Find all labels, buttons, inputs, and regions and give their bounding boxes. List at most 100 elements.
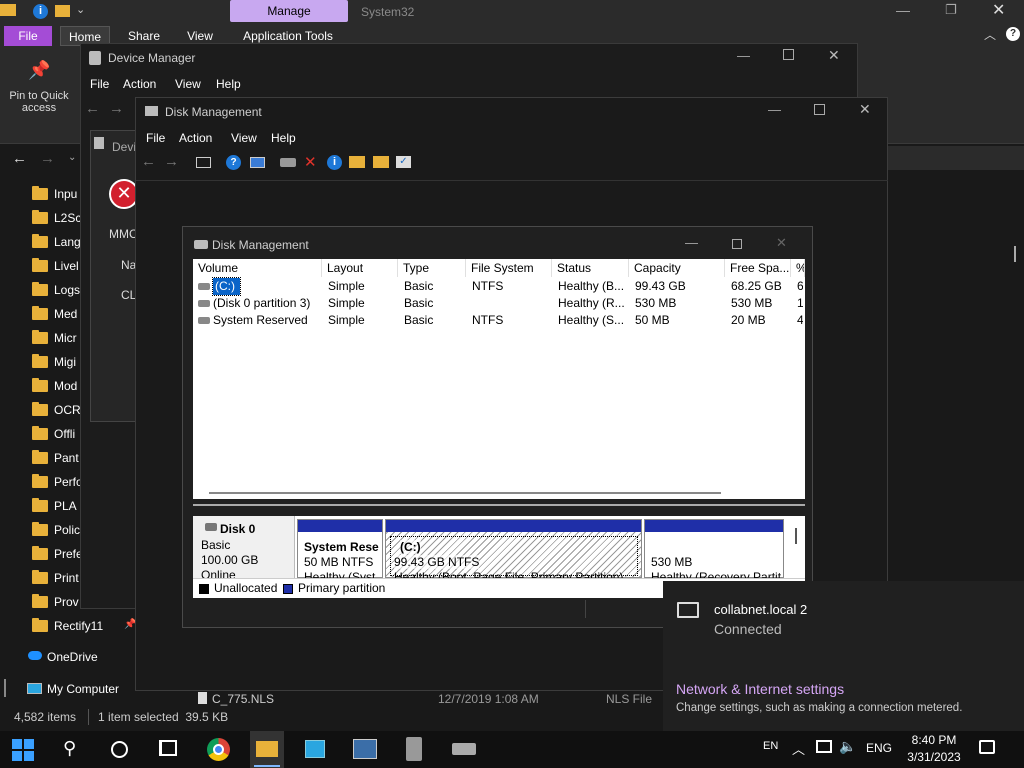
show-hide-console-tree-icon[interactable] xyxy=(196,157,211,168)
menu-view[interactable]: View xyxy=(175,77,201,91)
partition-recovery[interactable]: 530 MB Healthy (Recovery Partit xyxy=(644,519,784,584)
maximize-button[interactable] xyxy=(814,104,825,115)
recent-dropdown-icon[interactable]: ⌄ xyxy=(68,152,76,163)
properties-icon[interactable]: i xyxy=(33,4,48,19)
back-arrow-icon[interactable]: ← xyxy=(141,153,156,170)
menu-file[interactable]: File xyxy=(146,131,165,145)
disk-management-taskbar-icon[interactable] xyxy=(452,743,476,755)
legend-primary: Primary partition xyxy=(298,581,386,595)
volume-cell-free: 68.25 GB xyxy=(731,279,782,293)
pane-splitter[interactable] xyxy=(193,504,805,506)
manage-contextual-tab[interactable]: Manage xyxy=(230,0,348,22)
minimize-button[interactable]: — xyxy=(737,48,750,63)
tab-file[interactable]: File xyxy=(4,26,52,46)
column-header[interactable]: % xyxy=(791,259,805,277)
chrome-icon[interactable] xyxy=(207,738,230,761)
forward-arrow-icon[interactable]: → xyxy=(164,153,179,170)
partition-system-reserved[interactable]: System Rese 50 MB NTFS Healthy (Syst xyxy=(297,519,383,584)
volume-icon[interactable]: 🔈 xyxy=(839,738,856,755)
menu-view[interactable]: View xyxy=(231,131,257,145)
forward-arrow-icon[interactable]: → xyxy=(109,100,124,117)
collapse-ribbon-icon[interactable]: ︿ xyxy=(984,26,996,43)
file-explorer-taskbar-button[interactable] xyxy=(250,731,284,768)
column-header[interactable]: Free Spa... xyxy=(725,259,791,277)
task-view-icon[interactable] xyxy=(159,740,177,756)
start-button[interactable] xyxy=(12,739,34,761)
device-manager-taskbar-icon[interactable] xyxy=(406,737,422,761)
network-name[interactable]: collabnet.local 2 xyxy=(714,602,807,617)
network-icon[interactable] xyxy=(816,740,832,753)
new-folder-icon[interactable] xyxy=(55,5,70,17)
column-header[interactable]: Capacity xyxy=(629,259,725,277)
menu-help[interactable]: Help xyxy=(216,77,241,91)
nav-onedrive[interactable]: OneDrive xyxy=(47,650,98,664)
partition-c-drive[interactable]: (C:) 99.43 GB NTFS Healthy (Boot, Page F… xyxy=(385,519,642,584)
volume-row[interactable]: System Reserved Simple Basic NTFS Healthy (S… xyxy=(193,312,805,329)
column-header[interactable]: File System xyxy=(466,259,552,277)
input-indicator[interactable]: EN xyxy=(763,740,778,752)
nav-folder-label: Rectify11 xyxy=(54,619,104,633)
column-header[interactable]: Type xyxy=(398,259,466,277)
menu-action[interactable]: Action xyxy=(123,77,156,91)
search-icon[interactable]: ⚲ xyxy=(63,738,76,759)
check-icon[interactable]: ✓ xyxy=(396,156,411,168)
nav-folder-item[interactable]: Rectify11 xyxy=(32,616,136,636)
maximize-button[interactable] xyxy=(783,49,794,60)
partition-size: 99.43 GB NTFS xyxy=(394,555,480,569)
vertical-scrollbar[interactable] xyxy=(795,528,797,544)
close-button[interactable]: ✕ xyxy=(859,101,871,118)
folder-icon xyxy=(32,210,48,224)
pin-quick-access-button[interactable]: Pin to Quick access xyxy=(4,90,74,114)
restore-button[interactable]: ❐ xyxy=(945,2,957,18)
minimize-button[interactable]: — xyxy=(768,102,781,117)
disk-0-label-box[interactable]: Disk 0 Basic 100.00 GB Online xyxy=(193,516,295,582)
nav-folder-label: Med xyxy=(54,307,78,321)
help-icon[interactable]: ? xyxy=(226,155,241,170)
clock-date[interactable]: 3/31/2023 xyxy=(902,750,966,764)
volume-icon xyxy=(198,283,210,290)
nav-my-computer[interactable]: My Computer xyxy=(47,682,119,696)
maximize-button[interactable] xyxy=(732,239,742,249)
cortana-icon[interactable] xyxy=(111,741,128,758)
volume-row[interactable]: (C:) Simple Basic NTFS Healthy (B... 99.43 GB… xyxy=(193,277,805,296)
show-hidden-icons-chevron-icon[interactable]: ︿ xyxy=(792,739,805,758)
volume-row[interactable]: (Disk 0 partition 3) Simple Basic Healthy (… xyxy=(193,295,805,312)
back-arrow-icon[interactable]: ← xyxy=(12,150,27,167)
menu-action[interactable]: Action xyxy=(179,131,212,145)
app-icon[interactable] xyxy=(305,740,325,758)
close-button[interactable]: ✕ xyxy=(828,47,840,64)
search-box[interactable] xyxy=(886,146,1024,170)
delete-icon[interactable]: ✕ xyxy=(304,153,317,171)
status-item-count: 4,582 items xyxy=(14,710,77,724)
minimize-button[interactable]: — xyxy=(685,235,698,250)
menu-file[interactable]: File xyxy=(90,77,109,91)
disk-icon xyxy=(205,523,217,531)
close-button[interactable]: ✕ xyxy=(992,0,1005,20)
scrollbar-thumb[interactable] xyxy=(1014,246,1016,262)
column-header[interactable]: Layout xyxy=(322,259,398,277)
open-folder-icon[interactable] xyxy=(349,156,365,168)
column-header[interactable]: Volume xyxy=(193,259,322,277)
network-settings-link[interactable]: Network & Internet settings xyxy=(676,681,844,697)
forward-arrow-icon[interactable]: → xyxy=(40,150,55,167)
volume-cell-type: Basic xyxy=(404,296,434,310)
performance-monitor-icon[interactable] xyxy=(353,739,377,759)
language-indicator[interactable]: ENG xyxy=(866,741,892,755)
minimize-button[interactable]: — xyxy=(896,2,910,18)
dialog-icon xyxy=(94,137,104,149)
customize-qat-icon[interactable]: ⌄ xyxy=(76,3,85,16)
properties-icon[interactable]: i xyxy=(327,155,342,170)
horizontal-scrollbar[interactable] xyxy=(209,492,721,494)
explore-icon[interactable] xyxy=(373,156,389,168)
menu-help[interactable]: Help xyxy=(271,131,296,145)
back-arrow-icon[interactable]: ← xyxy=(85,100,100,117)
close-button[interactable]: ✕ xyxy=(776,235,787,251)
show-hide-action-pane-icon[interactable] xyxy=(250,157,265,168)
connect-drive-icon[interactable] xyxy=(280,158,296,167)
help-icon[interactable]: ? xyxy=(1006,27,1020,41)
action-center-icon[interactable] xyxy=(979,740,995,754)
file-name[interactable]: C_775.NLS xyxy=(212,692,274,706)
taskbar: ⚲ EN ︿ 🔈 ENG 8:40 PM 3/31/2023 xyxy=(0,731,1024,768)
column-header[interactable]: Status xyxy=(552,259,629,277)
clock-time[interactable]: 8:40 PM xyxy=(906,733,962,747)
